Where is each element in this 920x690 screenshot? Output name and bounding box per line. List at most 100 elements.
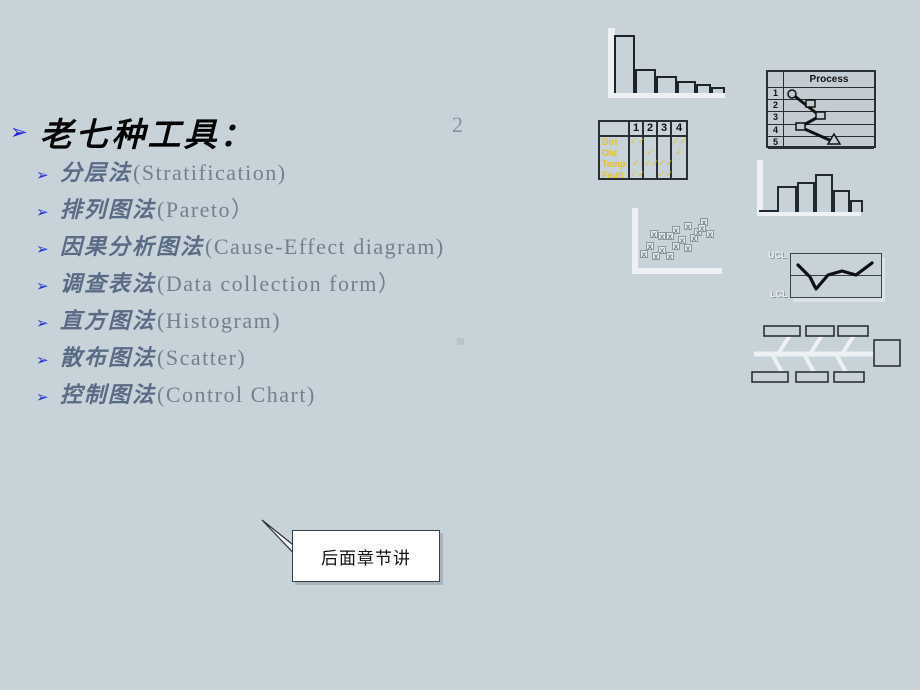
form-tally-mark: ✓ [646,148,654,158]
data-collection-form-image: Dirt Old Temp Fault 1 ✓✓ ✓ ✓✓ 2 ✓ ✓✓ 3 ✓… [598,120,688,180]
scatter-point: x [652,252,660,261]
control-chart-series-icon [796,261,874,291]
list-item-label-cn: 排列图法 [60,198,157,223]
form-tally-mark [644,137,656,148]
list-item: ➢ 直方图法 (Histogram) [36,303,596,340]
callout-text: 后面章节讲 [321,548,411,569]
form-tally-mark: ✓✓ [630,170,646,180]
list-item-label-en: (Histogram) [157,308,282,333]
scatter-point: x [706,230,714,239]
callout-box: 后面章节讲 [292,530,440,582]
scatter-point: x [658,232,666,241]
list-item-label-cn: 分层法 [60,161,133,186]
list-bullet-icon: ➢ [36,166,49,184]
form-tally-mark: ✓✓ [672,137,688,147]
scatter-point: x [684,222,692,231]
form-tally-mark: ✓ [632,159,640,169]
histogram-bar [777,186,797,212]
slide-canvas: ➢ 老七种工具： 2 ➢ 分层法 (Stratification) ➢ 排列图法… [0,0,920,690]
artifact-marker [457,338,464,345]
pareto-bar [635,69,656,93]
list-item: ➢ 排列图法 (Pareto） [36,192,596,229]
pareto-bar [711,87,725,93]
list-item-label-en: (Control Chart) [157,382,316,407]
title-bullet-icon: ➢ [10,119,28,144]
form-row-label: Fault [602,170,624,180]
list-item-label-cn: 因果分析图法 [60,235,205,260]
list-bullet-icon: ➢ [36,203,49,221]
stratification-path-icon [787,89,842,145]
form-row-label: Dirt [602,137,618,147]
list-item-label-cn: 调查表法 [60,272,157,297]
histogram-bar [759,210,777,212]
form-label-column: Dirt Old Temp Fault [600,122,630,180]
histogram-image [755,160,863,218]
list-bullet-icon: ➢ [36,314,49,332]
list-bullet-icon: ➢ [36,277,49,295]
histogram-bar [850,200,863,212]
scatter-x-axis [632,268,722,274]
stratification-chart-image: Process 1 2 3 4 5 [766,70,876,149]
form-tally-mark: ✓✓ [658,159,674,169]
callout-balloon: 后面章节讲 [261,519,443,585]
slide-title: ➢ 老七种工具： [10,108,256,156]
pareto-bar [614,35,635,93]
pareto-bar [656,76,677,93]
list-bullet-icon: ➢ [36,388,49,406]
list-item: ➢ 散布图法 (Scatter) [36,340,596,377]
list-item-label-en: (Pareto） [157,197,255,222]
control-chart-image: UCL LCL [760,245,885,315]
list-bullet-icon: ➢ [36,240,49,258]
form-tally-mark: ✓ [675,148,683,158]
form-tally-mark [658,137,670,148]
form-tally-mark [658,148,670,159]
form-tally-mark [672,159,686,170]
tools-list: ➢ 分层法 (Stratification) ➢ 排列图法 (Pareto） ➢… [36,155,596,414]
form-tally-mark: ✓✓ [630,137,646,147]
histogram-bar [815,174,833,212]
form-tally-mark [644,170,656,181]
scatter-point: x [672,242,680,251]
pareto-bar [696,84,711,93]
slide-number: 2 [452,112,463,137]
form-data-column: 3 ✓✓ ✓✓ [658,122,674,180]
form-data-column: 1 ✓✓ ✓ ✓✓ [630,122,646,180]
scatter-y-axis [632,208,638,270]
form-column-header: 3 [658,122,670,137]
list-item-label-cn: 控制图法 [60,383,157,408]
scatter-plot-image: x x x x x x x x x x x x x x x x x x [628,208,723,280]
list-item-label-en: (Stratification) [133,160,287,185]
list-item: ➢ 分层法 (Stratification) [36,155,596,192]
form-tally-mark: ✓✓ [658,170,674,180]
scatter-point: x [666,232,674,241]
form-tally-mark: ✓✓ [644,159,660,169]
form-data-column: 2 ✓ ✓✓ [644,122,660,181]
scatter-point: x [684,244,692,253]
form-row-label: Temp [602,159,626,169]
histogram-bar [797,182,815,212]
list-item-label-en: (Scatter) [157,345,247,370]
form-column-header: 1 [630,122,642,137]
form-tally-mark [630,148,642,159]
list-item-label-cn: 直方图法 [60,309,157,334]
cause-effect-diagram-image [748,318,908,390]
list-item: ➢ 调查表法 (Data collection form） [36,266,596,303]
scatter-point: x [698,224,706,233]
histogram-bar [833,190,850,212]
form-corner-cell [600,122,628,137]
scatter-point: x [640,250,648,259]
form-column-header: 2 [644,122,656,137]
form-data-column: 4 ✓✓ ✓ [672,122,688,181]
list-item-label-cn: 散布图法 [60,346,157,371]
pareto-bar [677,81,696,93]
list-item-label-en: (Cause-Effect diagram) [205,234,445,259]
list-item: ➢ 因果分析图法 (Cause-Effect diagram) [36,229,596,266]
scatter-point: x [646,242,654,251]
page-title: 老七种工具： [39,115,256,154]
histogram-y-axis [757,160,763,212]
scatter-point: x [666,252,674,261]
pareto-chart-image [600,25,725,100]
fishbone-icon [751,325,901,383]
form-column-header: 4 [672,122,686,137]
form-tally-mark [672,170,686,181]
